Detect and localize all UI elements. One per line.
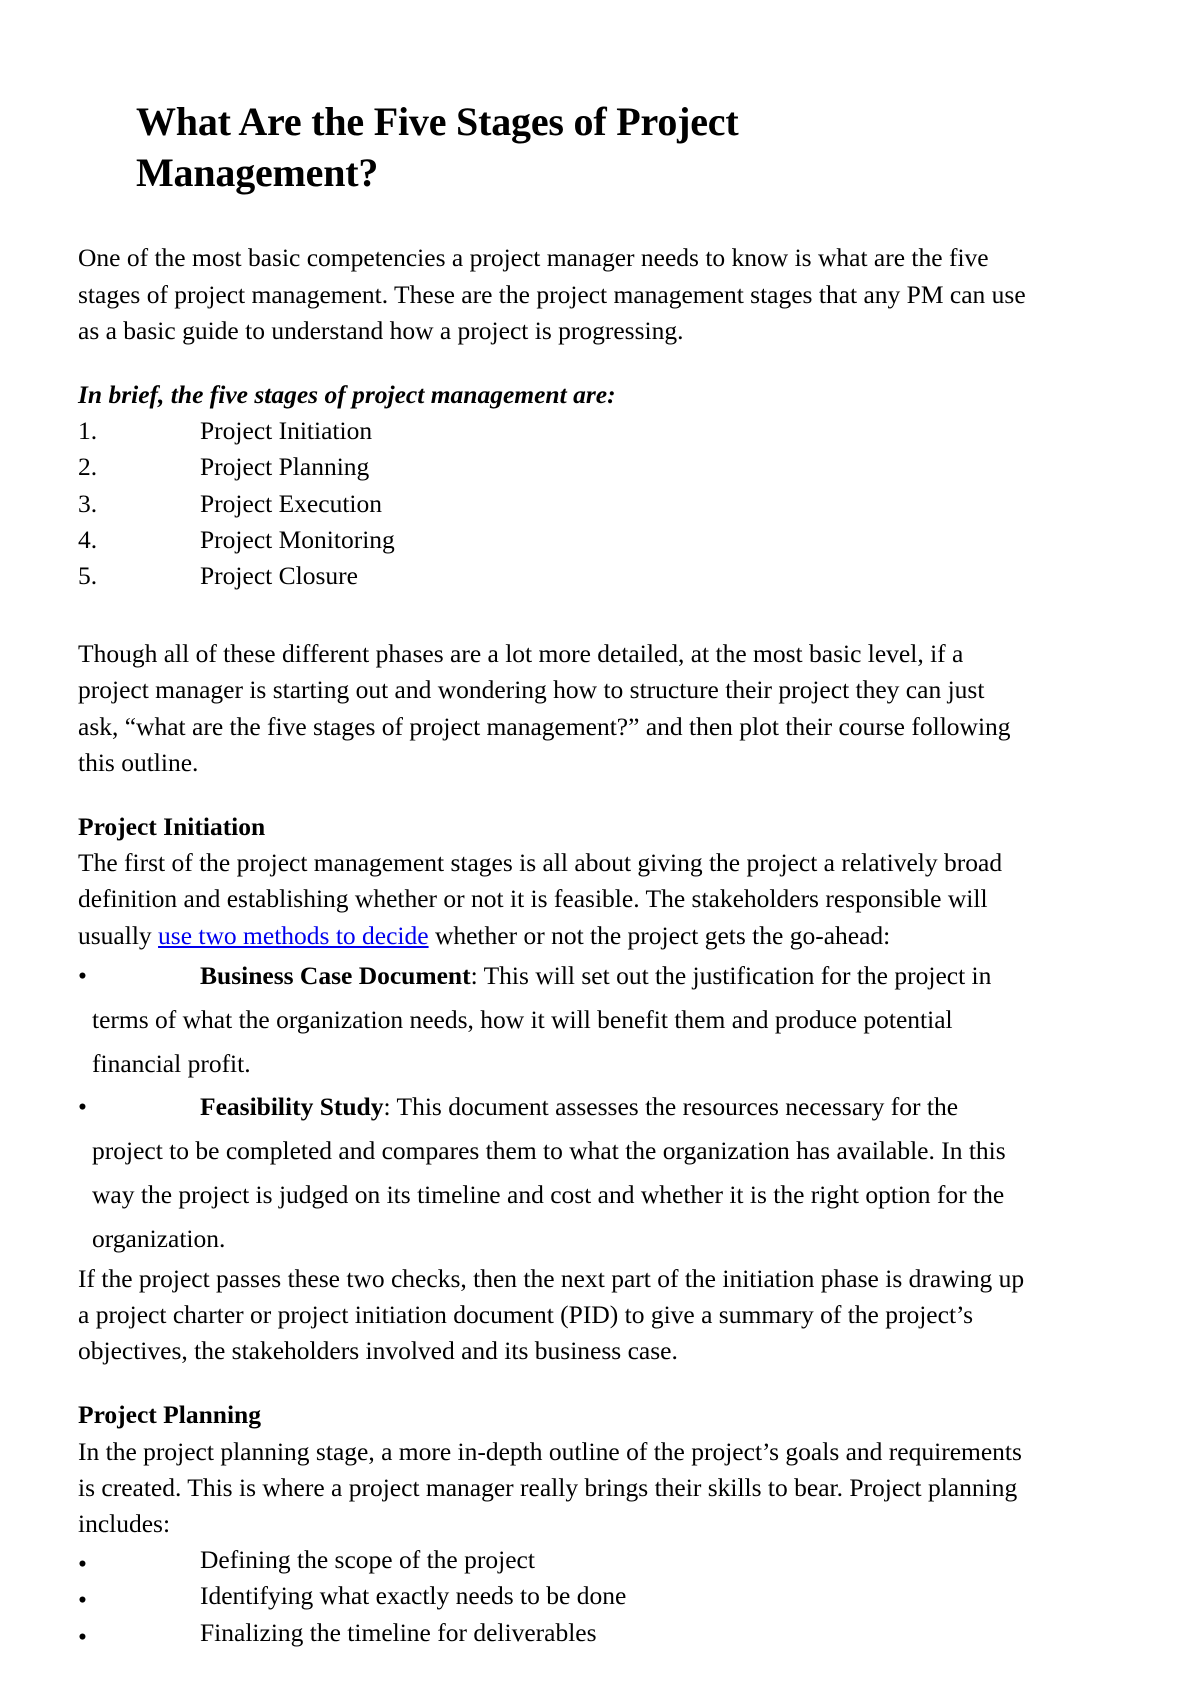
planning-bullet-list: • Defining the scope of the project • Iden… (78, 1542, 1030, 1651)
list-number: 2. (78, 452, 98, 482)
bullet-icon: • (78, 1621, 87, 1651)
list-label: Project Closure (200, 561, 358, 590)
project-planning-paragraph: In the project planning stage, a more in… (78, 1436, 1022, 1539)
though-paragraph: Though all of these different phases are… (78, 639, 1011, 777)
list-number: 4. (78, 524, 98, 554)
bullet-icon: • (78, 960, 87, 990)
bullet-text: Defining the scope of the project (200, 1545, 535, 1575)
section-heading-project-initiation: Project Initiation (78, 812, 266, 842)
list-number: 5. (78, 561, 98, 590)
list-item: 3. Project Execution (78, 486, 1030, 522)
list-label: Project Monitoring (200, 524, 395, 554)
list-item: • Business Case Document: This will set o… (78, 954, 1030, 1086)
lead-in-text: In brief, the five stages of project man… (78, 379, 616, 409)
list-label: Project Planning (200, 452, 370, 482)
initiation-closing-paragraph: If the project passes these two checks, … (78, 1263, 1025, 1366)
list-item: • Defining the scope of the project (78, 1542, 1030, 1578)
list-item: • Identifying what exactly needs to be do… (78, 1578, 1030, 1614)
list-label: Project Execution (200, 488, 382, 518)
bullet-icon: • (78, 1092, 87, 1122)
initiation-bullet-list: • Business Case Document: This will set o… (78, 954, 1030, 1261)
list-number: 3. (78, 488, 98, 518)
bullet-text: Identifying what exactly needs to be don… (200, 1581, 627, 1611)
page-title: What Are the Five Stages of Project Mana… (136, 99, 739, 196)
list-item: 2. Project Planning (78, 449, 1030, 485)
use-two-methods-link[interactable]: use two methods to decide (158, 921, 429, 950)
list-item: 5. Project Closure (78, 558, 1030, 594)
list-label: Project Initiation (200, 416, 373, 446)
bullet-bold-lead: Feasibility Study (200, 1092, 384, 1122)
section-heading-project-planning: Project Planning (78, 1400, 261, 1430)
bullet-text: Finalizing the timeline for deliverables (200, 1617, 597, 1647)
stages-numbered-list: 1. Project Initiation 2. Project Plannin… (78, 413, 1030, 594)
text-after-link: whether or not the project gets the go-a… (428, 920, 891, 950)
list-item: • Finalizing the timeline for deliverable… (78, 1615, 1030, 1651)
document-page: What Are the Five Stages of Project Mana… (0, 0, 1200, 1698)
list-item: 1. Project Initiation (78, 413, 1030, 449)
list-item: • Feasibility Study: This document assess… (78, 1085, 1030, 1260)
bullet-bold-lead: Business Case Document (200, 960, 471, 990)
list-number: 1. (78, 416, 98, 446)
project-initiation-paragraph: The first of the project management stag… (78, 845, 1030, 954)
intro-paragraph: One of the most basic competencies a pro… (78, 243, 1026, 345)
list-item: 4. Project Monitoring (78, 522, 1030, 558)
